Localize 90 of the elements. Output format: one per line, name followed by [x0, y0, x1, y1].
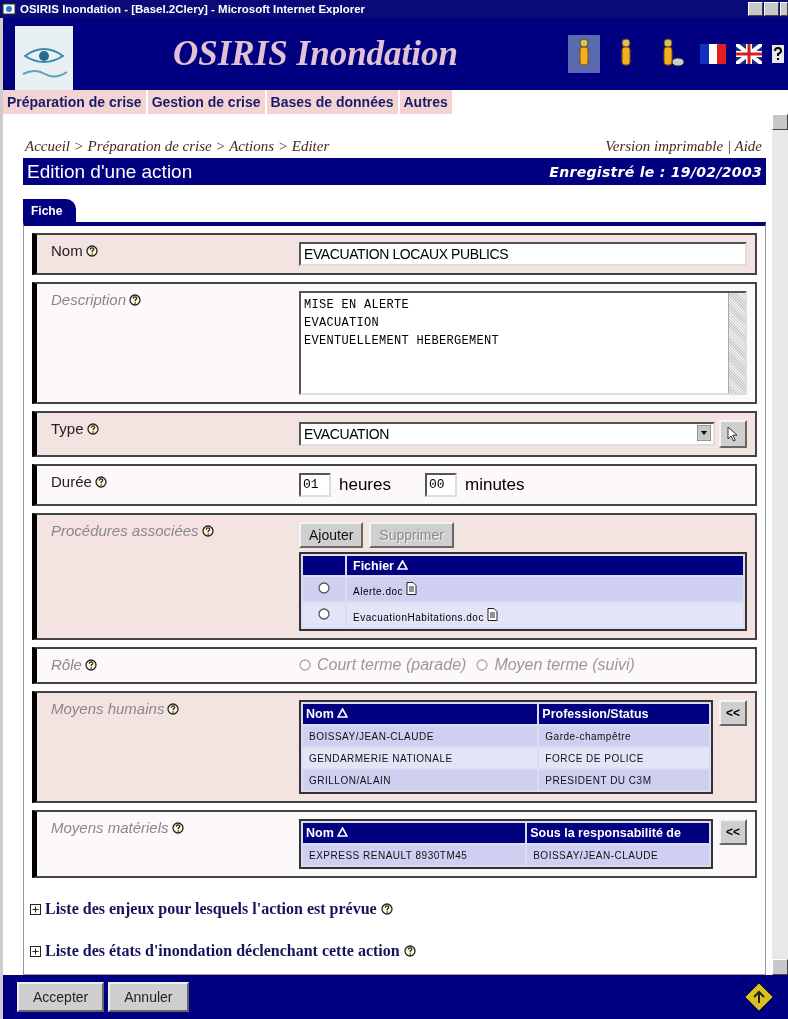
document-icon — [487, 607, 499, 621]
radio-button[interactable] — [318, 582, 330, 594]
app-title: OSIRIS Inondation — [173, 34, 459, 74]
help-icon[interactable] — [167, 703, 180, 715]
menu-item[interactable]: Préparation de crise — [3, 90, 148, 114]
expand-icon[interactable] — [30, 903, 41, 915]
column-header[interactable]: Fichier — [347, 556, 743, 575]
expand-icon[interactable] — [30, 945, 41, 957]
window-title: OSIRIS Inondation - [Basel.2Clery] - Microsoft Internet Explorer — [20, 3, 367, 15]
help-icon[interactable] — [86, 423, 99, 435]
dropdown-field[interactable]: EVACUATION — [299, 422, 715, 446]
hours-field[interactable]: 01 — [299, 473, 331, 497]
cursor-icon — [727, 426, 739, 442]
field-label: Description — [51, 291, 127, 308]
radio-button[interactable] — [318, 608, 330, 620]
field-label: Procédures associées — [51, 522, 199, 539]
column-header — [303, 556, 345, 575]
saved-date: Enregistré le : 19/02/2003 — [549, 163, 762, 180]
help-icon[interactable] — [380, 903, 393, 915]
help-icon[interactable] — [84, 659, 97, 671]
form-button[interactable]: Accepter — [17, 982, 105, 1012]
form-button[interactable]: Annuler — [108, 982, 189, 1012]
help-icon[interactable] — [171, 822, 184, 834]
breadcrumb-link[interactable]: Préparation de crise — [87, 138, 212, 154]
file-link[interactable]: EvacuationHabitations.doc — [347, 603, 743, 627]
menu-item[interactable]: Bases de données — [266, 90, 400, 114]
help-icon[interactable] — [772, 45, 784, 63]
field-label: Moyens matériels — [51, 819, 169, 836]
sort-icon — [337, 708, 349, 718]
breadcrumb-link[interactable]: Actions — [229, 138, 275, 154]
field-label: Rôle — [51, 656, 82, 673]
table-cell: Garde-champêtre — [539, 726, 709, 746]
maximize-button[interactable] — [764, 2, 779, 16]
input-field[interactable]: EVACUATION LOCAUX PUBLICS — [299, 242, 747, 266]
document-icon — [406, 581, 418, 595]
page-link[interactable]: Version imprimable — [605, 138, 724, 154]
text-area[interactable]: MISE EN ALERTE EVACUATION EVENTUELLEMENT HEBERGEMENT — [299, 291, 747, 395]
flag-icon[interactable] — [700, 44, 726, 64]
breadcrumb-link[interactable]: Accueil — [25, 138, 70, 154]
link-separator: | — [726, 138, 731, 154]
field-value: MISE EN ALERTE EVACUATION EVENTUELLEMENT HEBERGEMENT — [303, 297, 501, 350]
section-link[interactable]: Liste des états d'inondation déclenchant cette action — [45, 942, 400, 960]
table-cell: GRILLON/ALAIN — [303, 770, 538, 790]
field-label: Type — [51, 420, 84, 437]
breadcrumb-link[interactable]: Editer — [291, 138, 330, 154]
field-label: Moyens humains — [51, 700, 165, 717]
unit-label: heures — [339, 475, 391, 495]
menu-item[interactable]: Autres — [399, 90, 454, 114]
tab[interactable]: Fiche — [23, 199, 77, 222]
field-label: Nom — [51, 242, 83, 259]
scrollbar[interactable] — [772, 114, 788, 975]
column-header[interactable]: Profession/Status — [539, 704, 709, 724]
table-cell: GENDARMERIE NATIONALE — [303, 748, 538, 768]
sort-icon — [337, 827, 349, 837]
help-icon[interactable] — [129, 294, 142, 306]
flag-icon[interactable] — [736, 44, 762, 64]
table-cell: FORCE DE POLICE — [539, 748, 709, 768]
picker-button[interactable] — [719, 420, 747, 448]
diamond-icon[interactable] — [744, 982, 774, 1012]
minimize-button[interactable] — [748, 2, 763, 16]
help-icon[interactable] — [94, 476, 107, 488]
page-title: Edition d'une action — [27, 160, 193, 183]
scrollbar[interactable] — [728, 293, 745, 393]
table-cell: PRESIDENT DU C3M — [539, 770, 709, 790]
table-cell: BOISSAY/JEAN-CLAUDE — [527, 845, 709, 865]
minutes-field[interactable]: 00 — [425, 473, 457, 497]
browser-icon — [2, 2, 16, 16]
section-link[interactable]: Liste des enjeux pour lesquels l'action est prévue — [45, 900, 377, 918]
close-button[interactable] — [780, 2, 788, 16]
help-icon[interactable] — [403, 945, 416, 957]
remove-button[interactable]: << — [719, 819, 747, 845]
remove-button[interactable]: << — [719, 700, 747, 726]
breadcrumb-separator: > — [215, 138, 226, 154]
file-link[interactable]: Alerte.doc — [347, 577, 743, 601]
dropdown-arrow-icon[interactable] — [697, 425, 711, 441]
page-link[interactable]: Aide — [734, 138, 762, 154]
field-label: Durée — [51, 473, 92, 490]
help-icon[interactable] — [201, 525, 214, 537]
menu-item[interactable]: Gestion de crise — [147, 90, 267, 114]
table-cell: EXPRESS RENAULT 8930TM45 — [303, 845, 526, 865]
add-button[interactable]: Ajouter — [299, 522, 364, 548]
breadcrumb-separator: > — [277, 138, 288, 154]
help-icon[interactable] — [85, 245, 98, 257]
column-header[interactable]: Nom — [303, 704, 538, 724]
unit-label: minutes — [465, 475, 525, 495]
column-header[interactable]: Nom — [303, 823, 526, 843]
column-header[interactable]: Sous la responsabilité de — [527, 823, 709, 843]
sort-icon — [397, 559, 409, 570]
breadcrumb-separator: > — [73, 138, 84, 154]
table-cell: BOISSAY/JEAN-CLAUDE — [303, 726, 538, 746]
